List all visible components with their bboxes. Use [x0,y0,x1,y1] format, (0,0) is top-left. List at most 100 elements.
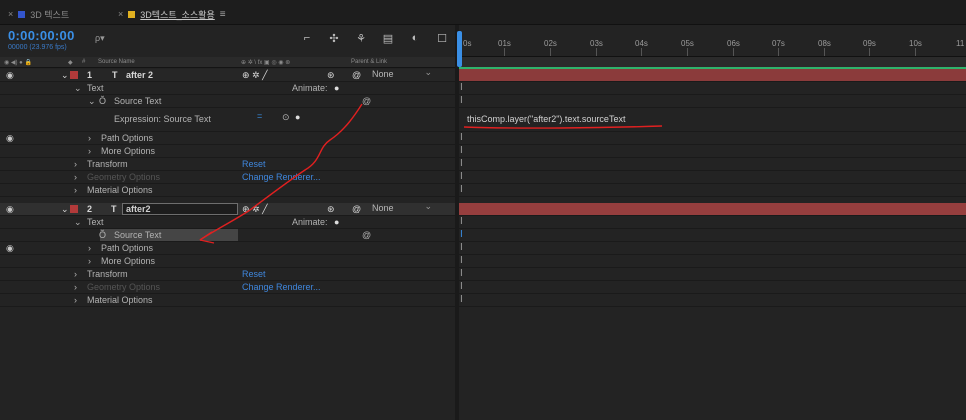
eye-icon[interactable]: ◉ [6,70,14,81]
transform-row[interactable]: › Transform Reset [0,158,455,171]
tab-label: 3D 텍스트 [30,9,70,20]
ruler-tick-label: 02s [544,39,557,48]
material-options-row[interactable]: › Material Options [0,184,455,197]
parent-link-header[interactable]: Parent & Link [351,59,387,65]
layer-2-duration-bar[interactable] [459,203,966,216]
layer-name[interactable]: after 2 [126,70,153,80]
source-name-header[interactable]: Source Name [98,59,135,65]
change-renderer-link[interactable]: Change Renderer... [242,172,321,182]
geometry-options-row[interactable]: › Geometry Options Change Renderer... [0,171,455,184]
eye-icon[interactable]: ◉ [6,204,14,215]
tab-3d-text[interactable]: × 3D 텍스트 [8,6,69,22]
eye-icon[interactable]: ◉ [6,133,14,144]
time-ruler[interactable]: 0s 01s 02s 03s 04s 05s 06s 07s 08s 09s 1… [459,33,966,57]
expand-chevron-icon[interactable]: ⌄ [74,217,82,228]
pick-whip-icon[interactable]: @ [352,204,361,214]
stopwatch-icon[interactable]: Ŏ [99,96,106,106]
layer-number: 1 [87,70,93,80]
expression-language-menu-icon[interactable]: ● [295,112,300,122]
pick-whip-icon[interactable]: @ [362,96,371,106]
layer-number-header[interactable]: # [82,59,85,65]
reset-link[interactable]: Reset [242,269,266,279]
transform-row[interactable]: › Transform Reset [0,268,455,281]
expression-graph-icon[interactable]: ⊙ [282,112,290,123]
stopwatch-icon[interactable]: Ŏ [99,230,106,240]
layer-1-duration-bar[interactable] [459,69,966,82]
text-group-row[interactable]: ⌄ Text Animate: ● [0,216,455,229]
3d-layer-switch-icon[interactable]: ⊛ [327,70,335,81]
collapse-chevron-icon[interactable]: › [74,269,77,279]
path-options-row[interactable]: ◉ › Path Options [0,242,455,255]
collapse-chevron-icon[interactable]: › [88,256,91,266]
shy-icon[interactable]: ⚘ [354,32,368,45]
ruler-tick [733,48,734,56]
expand-chevron-icon[interactable]: ⌄ [74,83,82,94]
path-options-row[interactable]: ◉ › Path Options [0,132,455,145]
ruler-tick [869,48,870,56]
label-header[interactable]: ◆ [68,59,73,66]
pick-whip-icon[interactable]: @ [352,70,361,80]
collapse-chevron-icon[interactable]: › [88,243,91,253]
property-group-label: Path Options [101,133,154,143]
more-options-row[interactable]: › More Options [0,145,455,158]
text-group-row[interactable]: ⌄ Text Animate: ● [0,82,455,95]
collapse-chevron-icon[interactable]: › [88,146,91,156]
current-time-indicator[interactable] [457,31,462,67]
change-renderer-link[interactable]: Change Renderer... [242,282,321,292]
layer-label-color[interactable] [70,71,78,79]
av-features-header[interactable]: ◉ ◀) ● 🔒 [4,59,32,66]
composition-tab-bar: × 3D 텍스트 × 3D텍스트_소스활용 ≡ [0,0,966,25]
animate-menu-icon[interactable]: ● [334,217,339,227]
expand-chevron-icon[interactable]: ⌄ [88,96,96,107]
layer-search-input[interactable]: ρ▾ [95,33,265,45]
close-tab-icon[interactable]: × [118,9,123,19]
expand-chevron-icon[interactable]: ⌄ [61,204,69,215]
layer-row-1[interactable]: ◉ ⌄ 1 T after 2 ⊕ ✲ ╱ ⊛ @ None [0,67,455,82]
enable-expression-icon[interactable]: = [257,111,262,121]
expression-row[interactable]: Expression: Source Text = ⊙ ● [0,108,455,132]
frame-blend-icon[interactable]: ▤ [381,32,395,45]
pick-whip-icon[interactable]: @ [362,230,371,240]
collapse-chevron-icon[interactable]: › [74,295,77,305]
draft-3d-icon[interactable]: ✣ [327,32,341,45]
comp-mini-flowchart-icon[interactable]: ⌐ [300,32,314,44]
source-text-row[interactable]: Ŏ Source Text @ [0,229,455,242]
collapse-chevron-icon[interactable]: › [74,172,77,182]
text-layer-icon: T [111,204,117,214]
tab-menu-icon[interactable]: ≡ [220,9,226,20]
graph-editor-icon[interactable]: ☐ [435,32,449,45]
eye-icon[interactable]: ◉ [6,243,14,254]
ruler-tick [596,48,597,56]
collapse-chevron-icon[interactable]: › [74,282,77,292]
property-group-label: Material Options [87,185,153,195]
ruler-tick-label: 01s [498,39,511,48]
3d-layer-switch-icon[interactable]: ⊛ [327,204,335,215]
collapse-chevron-icon[interactable]: › [74,185,77,195]
geometry-options-row[interactable]: › Geometry Options Change Renderer... [0,281,455,294]
animate-menu-icon[interactable]: ● [334,83,339,93]
layer-name-edit-field[interactable]: after2 [122,203,238,215]
source-text-row[interactable]: ⌄ Ŏ Source Text @ [0,95,455,108]
current-time-display[interactable]: 0:00:00:00 [8,28,75,43]
material-options-row[interactable]: › Material Options [0,294,455,307]
keyframe-marker-icon: I [460,82,463,93]
expression-code[interactable]: thisComp.layer("after2").text.sourceText [467,114,625,124]
layer-label-color[interactable] [70,205,78,213]
parent-dropdown[interactable]: None [368,67,435,80]
collapse-chevron-icon[interactable]: › [88,133,91,143]
reset-link[interactable]: Reset [242,159,266,169]
layer-row-2[interactable]: ◉ ⌄ 2 T after2 ⊕ ✲ ╱ ⊛ @ None [0,201,455,216]
layer-switches[interactable]: ⊕ ✲ ╱ [242,204,268,215]
animate-label: Animate: [292,217,328,227]
expand-chevron-icon[interactable]: ⌄ [61,70,69,81]
parent-dropdown[interactable]: None [368,201,435,214]
switches-header[interactable]: ⊕ ✲ \ fx ▣ ◎ ◉ ⊛ [241,59,290,66]
more-options-row[interactable]: › More Options [0,255,455,268]
close-tab-icon[interactable]: × [8,9,13,19]
collapse-chevron-icon[interactable]: › [74,159,77,169]
layer-switches[interactable]: ⊕ ✲ ╱ [242,70,268,81]
motion-blur-icon[interactable]: ◐ [408,32,422,44]
ruler-tick-label: 04s [635,39,648,48]
timeline-property-row: I [459,95,966,108]
tab-3d-text-source[interactable]: × 3D텍스트_소스활용 ≡ [118,6,226,22]
